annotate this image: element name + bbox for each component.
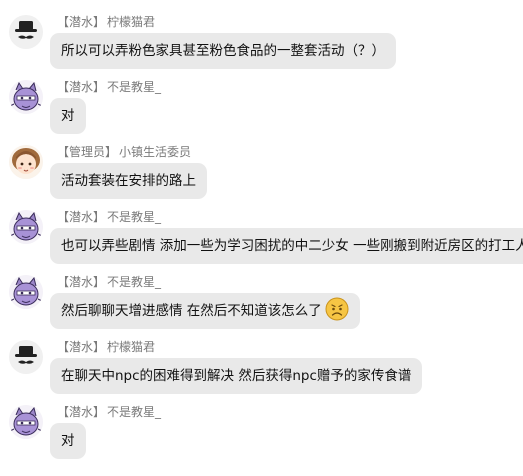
- member-role-tag: 【潜水】: [57, 80, 106, 94]
- message-text: 对: [61, 433, 75, 449]
- message-bubble[interactable]: 也可以弄些剧情 添加一些为学习困扰的中二少女 一些刚搬到附近房区的打工人: [50, 228, 523, 264]
- message-text: 对: [61, 108, 75, 124]
- message-text: 然后聊聊天增进感情 在然后不知道该怎么了: [61, 303, 322, 319]
- sender-line: 【管理员】 小镇生活委员: [57, 144, 191, 160]
- sender-name[interactable]: 不是教星_: [107, 405, 161, 419]
- message-bubble[interactable]: 活动套装在安排的路上: [50, 163, 207, 199]
- purple-cat-avatar[interactable]: [9, 80, 43, 114]
- chat-message-list: 【潜水】 柠檬猫君 所以可以弄粉色家具甚至粉色食品的一整套活动（？） 【潜水】 不是教星…: [0, 0, 523, 476]
- message-bubble[interactable]: 对: [50, 98, 86, 134]
- sender-name[interactable]: 不是教星_: [107, 210, 161, 224]
- member-role-tag: 【潜水】: [57, 405, 106, 419]
- purple-cat-avatar[interactable]: [9, 405, 43, 439]
- member-role-tag: 【潜水】: [57, 340, 106, 354]
- message-text: 活动套装在安排的路上: [61, 173, 196, 189]
- hat-mustache-avatar[interactable]: [9, 15, 43, 49]
- message-text: 也可以弄些剧情 添加一些为学习困扰的中二少女 一些刚搬到附近房区的打工人: [61, 238, 523, 254]
- member-role-tag: 【潜水】: [57, 275, 106, 289]
- hat-mustache-avatar[interactable]: [9, 340, 43, 374]
- member-role-tag: 【潜水】: [57, 210, 106, 224]
- worried-face-emoji: [325, 297, 349, 321]
- message-bubble[interactable]: 在聊天中npc的困难得到解决 然后获得npc赠予的家传食谱: [50, 358, 423, 394]
- message-bubble[interactable]: 然后聊聊天增进感情 在然后不知道该怎么了: [50, 293, 360, 329]
- message-bubble[interactable]: 对: [50, 423, 86, 459]
- purple-cat-avatar[interactable]: [9, 275, 43, 309]
- message-text: 在聊天中npc的困难得到解决 然后获得npc赠予的家传食谱: [61, 368, 412, 384]
- sender-line: 【潜水】 不是教星_: [57, 209, 161, 225]
- sender-name[interactable]: 不是教星_: [107, 80, 161, 94]
- sender-line: 【潜水】 柠檬猫君: [57, 339, 155, 355]
- sender-line: 【潜水】 不是教星_: [57, 404, 161, 420]
- sender-name[interactable]: 不是教星_: [107, 275, 161, 289]
- message-bubble[interactable]: 所以可以弄粉色家具甚至粉色食品的一整套活动（？）: [50, 33, 396, 69]
- sender-name[interactable]: 柠檬猫君: [107, 15, 155, 29]
- member-role-tag: 【管理员】: [57, 145, 118, 159]
- sender-line: 【潜水】 不是教星_: [57, 274, 161, 290]
- message-text: 所以可以弄粉色家具甚至粉色食品的一整套活动（？）: [61, 43, 385, 59]
- sender-line: 【潜水】 不是教星_: [57, 79, 161, 95]
- sender-line: 【潜水】 柠檬猫君: [57, 14, 155, 30]
- purple-cat-avatar[interactable]: [9, 210, 43, 244]
- sender-name[interactable]: 柠檬猫君: [107, 340, 155, 354]
- member-role-tag: 【潜水】: [57, 15, 106, 29]
- brown-hair-girl-avatar[interactable]: [9, 145, 43, 179]
- sender-name[interactable]: 小镇生活委员: [119, 145, 191, 159]
